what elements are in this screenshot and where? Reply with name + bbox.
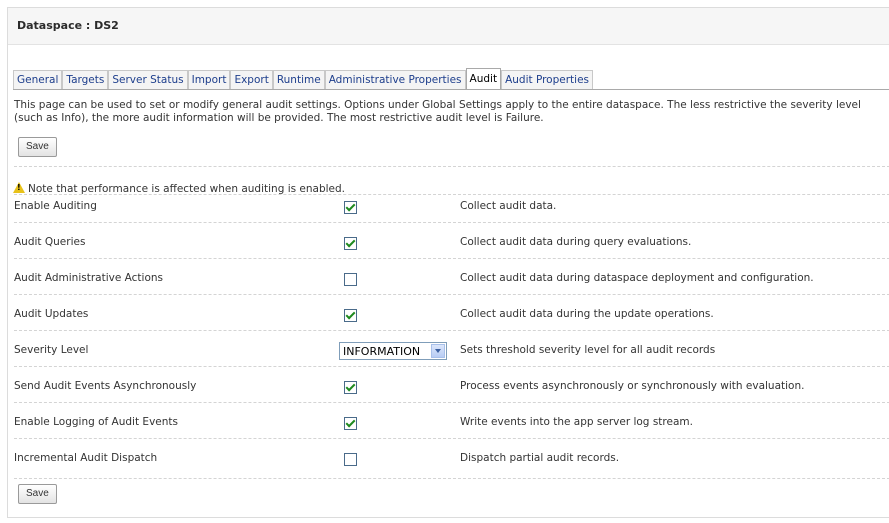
divider <box>14 294 889 295</box>
setting-control <box>344 309 357 325</box>
tab-targets[interactable]: Targets <box>62 70 109 89</box>
divider <box>14 438 889 439</box>
setting-label: Audit Queries <box>14 236 86 248</box>
tab-import[interactable]: Import <box>187 70 231 89</box>
setting-label: Incremental Audit Dispatch <box>14 452 158 464</box>
setting-description: Process events asynchronously or synchro… <box>460 380 805 392</box>
setting-checkbox[interactable] <box>344 237 357 250</box>
dataspace-panel: Dataspace : DS2 General Targets Server Sta… <box>7 7 889 518</box>
setting-label: Enable Auditing <box>14 200 97 212</box>
setting-label: Send Audit Events Asynchronously <box>14 380 197 392</box>
setting-checkbox[interactable] <box>344 201 357 214</box>
save-button-top[interactable]: Save <box>18 137 57 157</box>
setting-control <box>344 417 357 433</box>
title-bar: Dataspace : DS2 <box>8 8 889 45</box>
setting-row: Audit Administrative Actions Collect audi… <box>14 272 889 302</box>
chevron-down-icon <box>431 344 445 358</box>
save-button-bottom[interactable]: Save <box>18 484 57 504</box>
setting-checkbox[interactable] <box>344 381 357 394</box>
tab-audit-properties[interactable]: Audit Properties <box>501 70 594 89</box>
divider <box>14 478 889 479</box>
severity-level-select[interactable]: INFORMATION <box>339 342 447 360</box>
setting-description: Collect audit data. <box>460 200 557 212</box>
setting-control <box>344 453 357 469</box>
tab-general[interactable]: General <box>13 70 63 89</box>
setting-label: Severity Level <box>14 344 89 356</box>
setting-control <box>344 273 357 289</box>
divider <box>14 222 889 223</box>
severity-level-value: INFORMATION <box>343 345 421 358</box>
setting-control <box>344 201 357 217</box>
tab-server-status[interactable]: Server Status <box>108 70 188 89</box>
setting-row: Severity Level INFORMATION Sets threshold … <box>14 342 889 374</box>
setting-control: INFORMATION <box>339 342 447 360</box>
page-description: This page can be used to set or modify g… <box>14 99 861 124</box>
setting-checkbox[interactable] <box>344 453 357 466</box>
divider <box>14 402 889 403</box>
setting-description: Sets threshold severity level for all au… <box>460 344 716 356</box>
setting-row: Send Audit Events Asynchronously Process … <box>14 380 889 410</box>
setting-control <box>344 381 357 397</box>
tab-runtime[interactable]: Runtime <box>272 70 325 89</box>
setting-row: Audit Updates Collect audit data during t… <box>14 308 889 338</box>
setting-description: Collect audit data during dataspace depl… <box>460 272 814 284</box>
divider <box>14 366 889 367</box>
setting-label: Audit Updates <box>14 308 89 320</box>
setting-description: Collect audit data during query evaluati… <box>460 236 692 248</box>
tab-bar: General Targets Server Status Import Export R… <box>13 68 594 89</box>
tab-administrative-properties[interactable]: Administrative Properties <box>324 70 466 89</box>
setting-description: Collect audit data during the update ope… <box>460 308 714 320</box>
divider <box>14 166 889 167</box>
divider <box>14 258 889 259</box>
tab-audit[interactable]: Audit <box>465 68 502 89</box>
warning-icon: ! <box>13 182 25 193</box>
setting-row: Enable Auditing Collect audit data. <box>14 200 889 230</box>
setting-label: Enable Logging of Audit Events <box>14 416 178 428</box>
setting-label: Audit Administrative Actions <box>14 272 163 284</box>
setting-row: Audit Queries Collect audit data during q… <box>14 236 889 266</box>
tab-export[interactable]: Export <box>230 70 273 89</box>
divider <box>14 194 889 195</box>
setting-checkbox[interactable] <box>344 309 357 322</box>
setting-row: Enable Logging of Audit Events Write even… <box>14 416 889 446</box>
setting-checkbox[interactable] <box>344 417 357 430</box>
setting-control <box>344 237 357 253</box>
page-title: Dataspace : DS2 <box>17 19 119 32</box>
setting-description: Write events into the app server log str… <box>460 416 693 428</box>
tab-underline <box>13 89 889 90</box>
divider <box>14 330 889 331</box>
setting-checkbox[interactable] <box>344 273 357 286</box>
setting-description: Dispatch partial audit records. <box>460 452 620 464</box>
